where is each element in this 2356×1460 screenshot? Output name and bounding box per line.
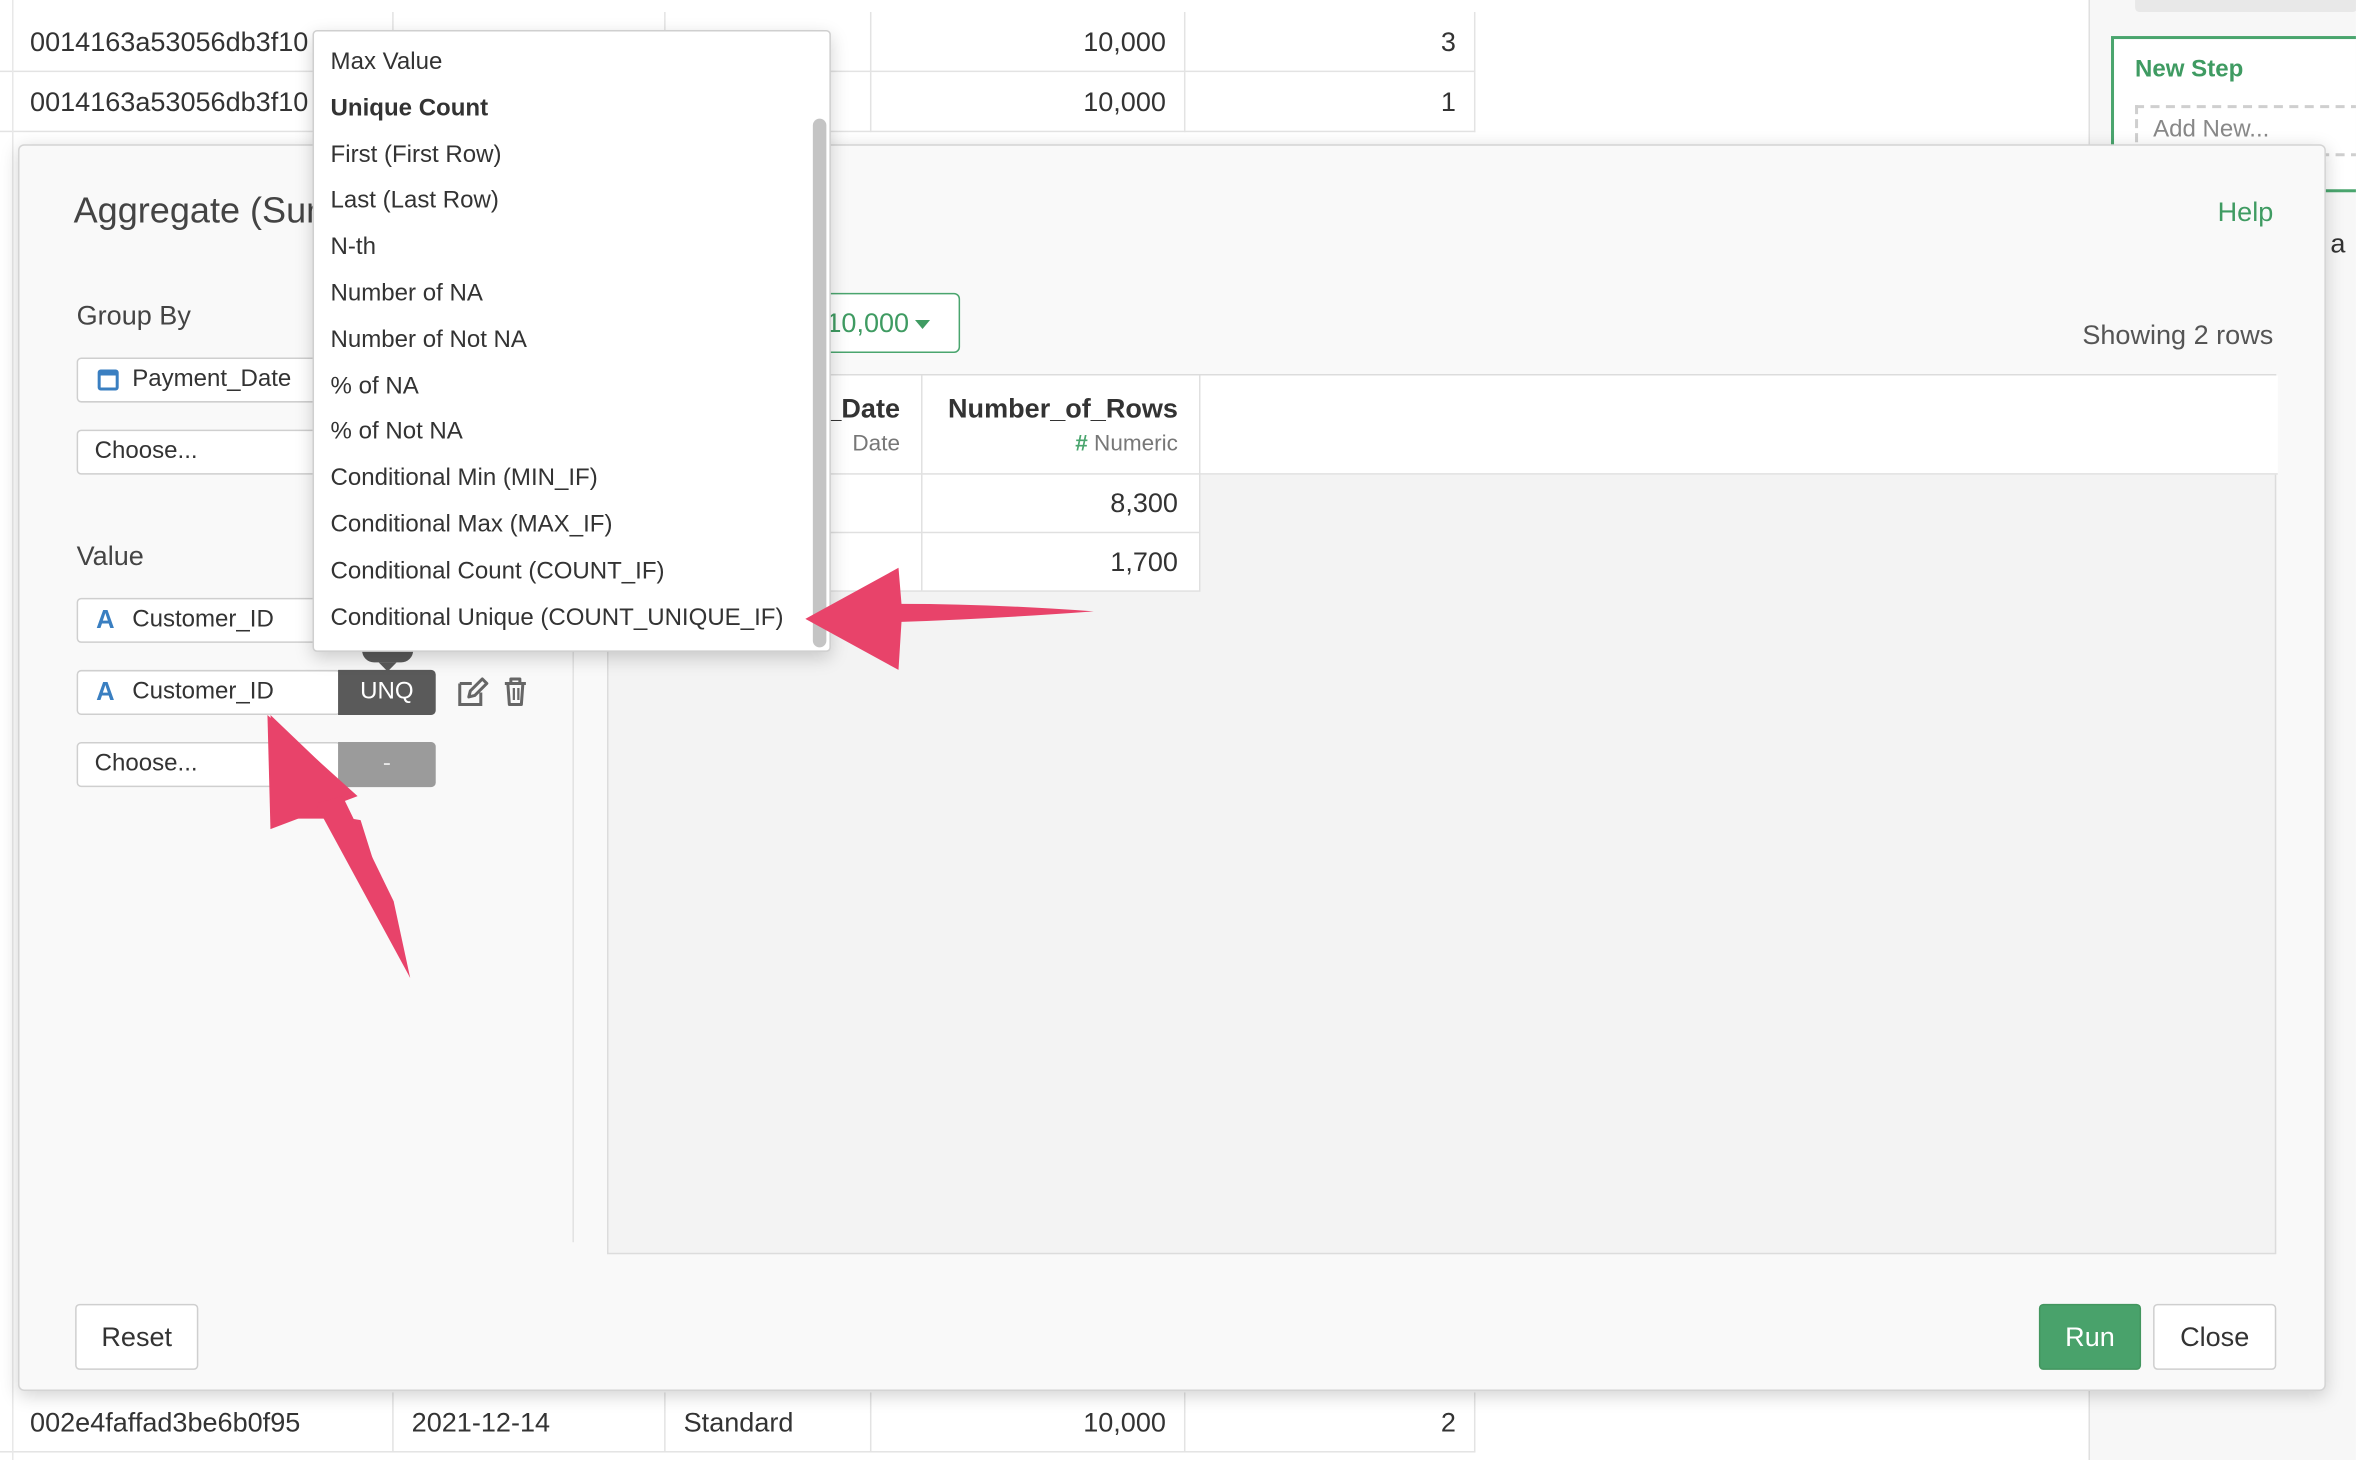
dropdown-item[interactable]: Number of NA (314, 272, 813, 318)
group-by-column-name: Payment_Date (132, 366, 292, 393)
table-row[interactable]: 002e4faffad3be6b0f95 2021-12-14 Standard… (0, 1392, 1476, 1453)
dropdown-item[interactable]: N-th (314, 226, 813, 272)
app-viewport: 0014163a53056db3f10 2021-12-13 Standard … (0, 0, 2356, 1460)
run-button[interactable]: Run (2038, 1303, 2142, 1370)
dropdown-item[interactable]: % of Not NA (314, 411, 813, 457)
preview-column-header[interactable]: Number_of_Rows # Numeric (922, 376, 1199, 475)
column-name: Number_of_Rows (948, 393, 1178, 424)
value-column-name: Customer_ID (132, 678, 274, 705)
previous-step-card[interactable] (2135, 0, 2356, 13)
bg-cell-id: 002e4faffad3be6b0f95 (12, 1392, 394, 1453)
dropdown-item[interactable]: Max Value (314, 41, 813, 87)
caret-down-icon (915, 320, 931, 330)
bg-cell-count: 2 (1185, 1392, 1476, 1453)
column-type-label: # Numeric (944, 431, 1178, 457)
dropdown-item[interactable]: Last (Last Row) (314, 179, 813, 225)
bg-cell-count: 1 (1185, 72, 1476, 133)
preview-cell: 1,700 (922, 533, 1199, 592)
help-link[interactable]: Help (2218, 197, 2274, 229)
calendar-icon (97, 369, 119, 391)
close-button[interactable]: Close (2153, 1303, 2277, 1370)
dropdown-item[interactable]: Conditional Min (MIN_IF) (314, 457, 813, 503)
dropdown-list: Max Value Unique Count First (First Row) La… (314, 41, 813, 642)
preview-column-number-of-rows: Number_of_Rows # Numeric 8,300 1,700 (922, 375, 1201, 592)
dropdown-item[interactable]: Conditional Count (COUNT_IF) (314, 549, 813, 595)
grid-line (12, 0, 14, 1460)
edit-icon[interactable] (454, 674, 490, 710)
aggregate-function-empty-button[interactable]: - (338, 742, 436, 788)
bg-cell-amount: 10,000 (871, 12, 1186, 73)
character-type-icon: A (96, 605, 115, 634)
value-label: Value (76, 540, 144, 571)
reset-button[interactable]: Reset (75, 1303, 199, 1370)
bg-cell-amount: 10,000 (871, 1392, 1186, 1453)
value-column-name: Customer_ID (132, 606, 274, 633)
preview-table-area: Payment_Date Date 2021-12-01 2021-12-01 … (607, 374, 2278, 1255)
numeric-hash-icon: # (1075, 431, 1088, 457)
preview-header-fill (1200, 375, 2278, 475)
value-field-customer-id-unq[interactable]: A Customer_ID (76, 669, 342, 715)
value-choose-label: Choose... (94, 751, 198, 777)
dropdown-scrollbar-thumb[interactable] (812, 118, 827, 648)
bg-cell-plan: Standard (666, 1392, 872, 1453)
aggregate-function-unq-button[interactable]: UNQ (338, 669, 436, 715)
dropdown-item[interactable]: Conditional Unique (COUNT_UNIQUE_IF) (314, 596, 813, 642)
group-by-choose-label: Choose... (94, 438, 198, 465)
dropdown-item[interactable]: % of NA (314, 364, 813, 410)
trash-icon[interactable] (497, 674, 533, 710)
bg-cell-amount: 10,000 (871, 72, 1186, 133)
preview-cell: 8,300 (922, 475, 1199, 534)
bg-cell-count: 3 (1185, 12, 1476, 73)
showing-rows-count: Showing 2 rows (2082, 319, 2274, 350)
value-choose-select[interactable]: Choose... (76, 742, 342, 788)
new-step-title: New Step (2135, 57, 2244, 83)
dropdown-item[interactable]: Conditional Max (MAX_IF) (314, 503, 813, 549)
side-panel-text: a (2330, 228, 2346, 259)
dropdown-item[interactable]: First (First Row) (314, 133, 813, 179)
dropdown-item[interactable]: Unique Count (314, 87, 813, 133)
character-type-icon: A (96, 677, 115, 706)
group-by-label: Group By (76, 300, 191, 331)
aggregate-function-dropdown[interactable]: Max Value Unique Count First (First Row) La… (312, 30, 831, 652)
sample-size-value: 10,000 (826, 307, 910, 338)
dropdown-item[interactable]: Number of Not NA (314, 318, 813, 364)
bg-cell-date: 2021-12-14 (394, 1392, 666, 1453)
column-type: Numeric (1094, 431, 1178, 457)
